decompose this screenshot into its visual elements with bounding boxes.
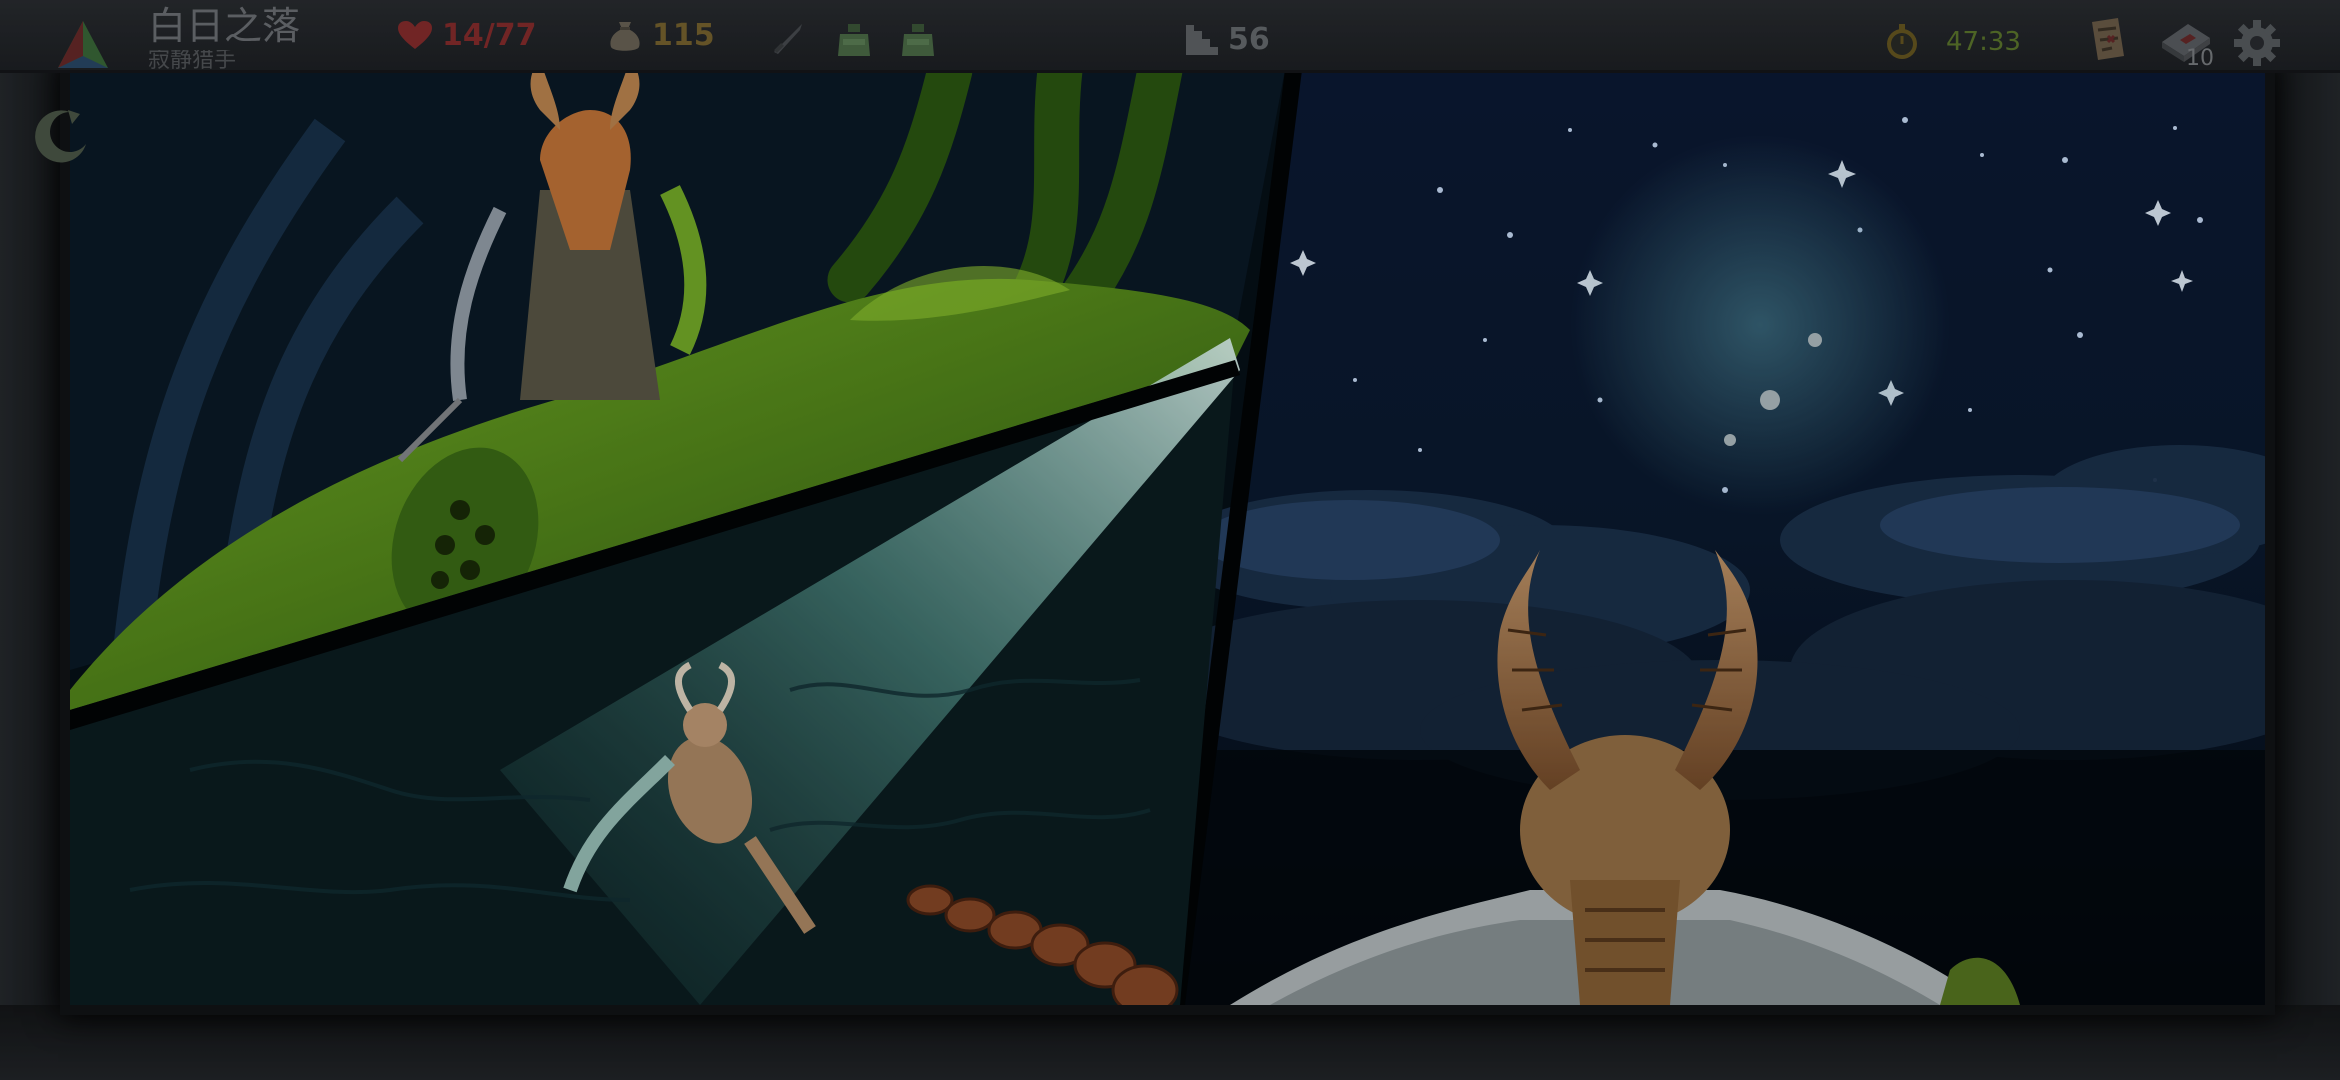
crescent-arrow-icon (35, 110, 86, 163)
game-logo (52, 16, 114, 80)
map-button[interactable] (2086, 16, 2130, 66)
timer-display: 47:33 (1882, 22, 2021, 62)
money-bag-icon (610, 21, 640, 51)
health-display: 14/77 (398, 18, 536, 53)
health-value: 14/77 (442, 18, 537, 53)
skip-cutscene-button[interactable] (30, 104, 94, 172)
potion-slot-2[interactable] (898, 22, 938, 64)
gold-value: 115 (652, 18, 715, 53)
timer-value: 47:33 (1946, 27, 2021, 57)
stopwatch-icon (1887, 24, 1917, 59)
scroll-map-icon (2092, 18, 2124, 60)
frame-right-rim (2265, 70, 2340, 1005)
stairs-icon (1186, 24, 1218, 55)
cutscene-illustration (70, 70, 2265, 1005)
night-sky-scene (1140, 70, 2265, 1005)
weapon-slot[interactable] (770, 20, 806, 60)
heart-icon (398, 20, 432, 49)
chapter-title: 白日之落 (148, 4, 301, 48)
potion-icon (902, 24, 934, 56)
chapter-subtitle: 寂静猎手 (148, 50, 237, 70)
tri-color-emblem-icon (58, 21, 108, 68)
card-deck-button[interactable]: 10 (2158, 18, 2214, 72)
frame-left-rim (0, 70, 70, 1005)
gear-icon (2234, 20, 2280, 66)
frame-bottom-rim (0, 1005, 2340, 1080)
cutscene-art-panel[interactable] (70, 70, 2265, 1005)
depth-value: 56 (1228, 22, 1270, 57)
card-count: 10 (2186, 46, 2214, 71)
gold-display: 115 (608, 18, 715, 53)
settings-button[interactable] (2232, 18, 2282, 72)
depth-display: 56 (1186, 22, 1270, 57)
sword-icon (774, 24, 802, 54)
potion-icon (838, 24, 870, 56)
potion-slot-1[interactable] (834, 22, 874, 64)
